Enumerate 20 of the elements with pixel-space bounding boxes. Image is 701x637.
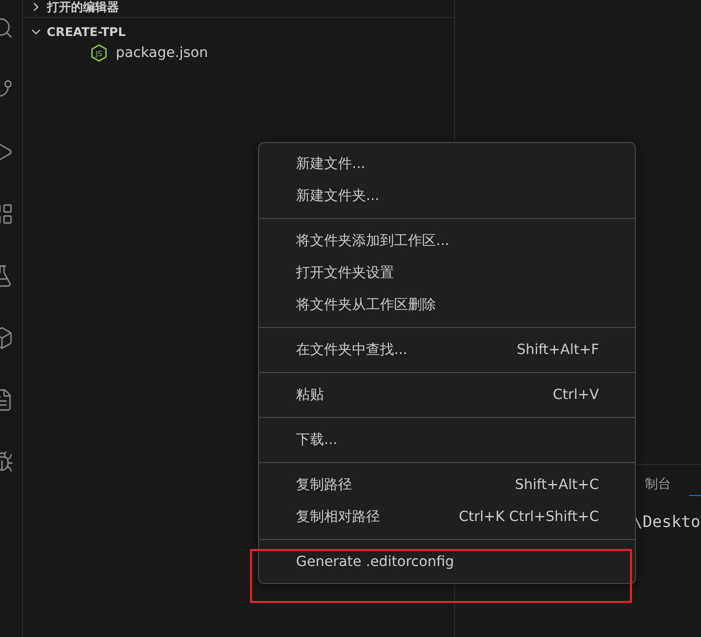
shortcut-text: Shift+Alt+C	[514, 477, 599, 493]
panel-tab[interactable]: 制台	[645, 475, 671, 496]
menu-item[interactable]: 复制路径 Shift+Alt+C	[259, 469, 635, 501]
menu-item[interactable]: 将文件夹从工作区删除	[259, 289, 635, 321]
section-title[interactable]: 打开的编辑器	[46, 0, 119, 16]
menu-item[interactable]: 在文件夹中查找... Shift+Alt+F	[259, 334, 635, 366]
terminal-text: \Deskto	[633, 512, 700, 531]
shortcut-text: Shift+Alt+F	[516, 342, 599, 358]
menu-item[interactable]: 将文件夹添加到工作区...	[259, 225, 635, 257]
menu-item[interactable]: 粘贴 Ctrl+V	[259, 379, 635, 411]
menu-item[interactable]: 新建文件...	[259, 148, 635, 180]
file-name[interactable]: package.json	[116, 45, 208, 61]
menu-item[interactable]: 新建文件夹...	[259, 180, 635, 212]
menu-item[interactable]: 打开文件夹设置	[259, 257, 635, 289]
shortcut-text: Ctrl+K Ctrl+Shift+C	[458, 509, 599, 525]
shortcut-text: Ctrl+V	[552, 387, 599, 403]
menu-item[interactable]: 下载...	[259, 424, 635, 456]
section-title[interactable]: CREATE-TPL	[46, 25, 126, 39]
menu-item[interactable]: 复制相对路径 Ctrl+K Ctrl+Shift+C	[259, 501, 635, 533]
menu-item[interactable]: Generate .editorconfig	[259, 546, 635, 578]
